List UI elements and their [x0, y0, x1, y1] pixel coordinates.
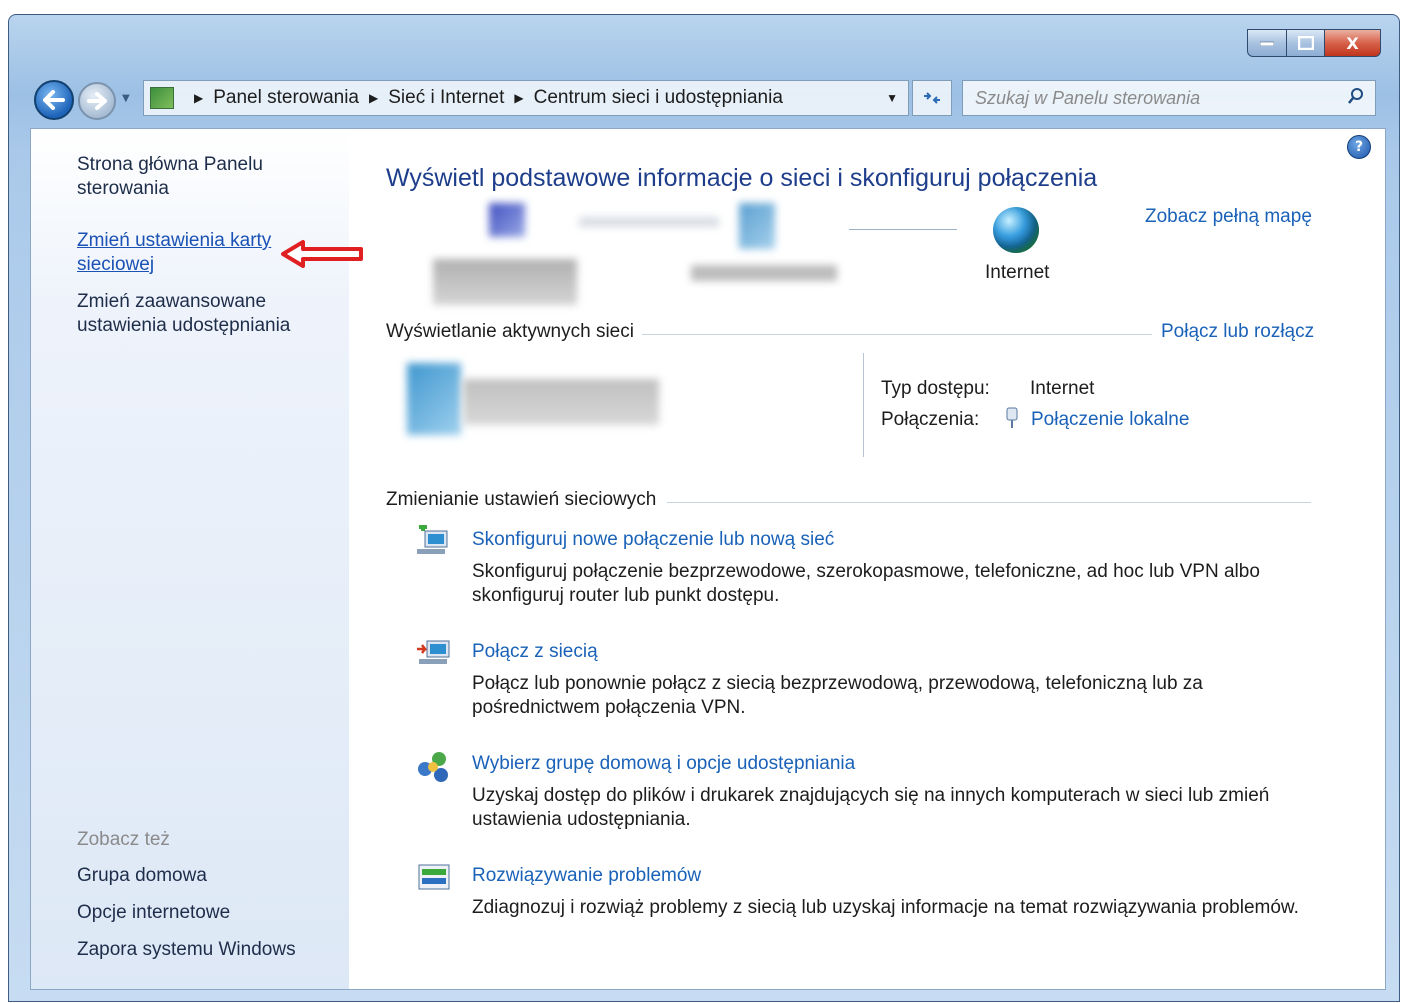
- new-connection-desc: Skonfiguruj połączenie bezprzewodowe, sz…: [472, 561, 1260, 606]
- ethernet-glyph: [1006, 407, 1018, 428]
- connect-to-network-desc: Połącz lub ponownie połącz z siecią bezp…: [472, 673, 1203, 718]
- local-connection-link[interactable]: Połączenie lokalne: [1031, 409, 1189, 431]
- refresh-icon: [924, 92, 940, 104]
- computer-icon: [489, 203, 525, 237]
- connect-to-network-link[interactable]: Połącz z siecią: [472, 641, 598, 663]
- divider: [863, 353, 864, 457]
- forward-arrow-icon: [87, 92, 107, 110]
- sidebar-home-link[interactable]: Strona główna Panelu sterowania: [77, 153, 297, 201]
- active-network-name-redacted: [463, 379, 659, 425]
- access-type-value: Internet: [1030, 378, 1095, 399]
- refresh-button[interactable]: [912, 80, 952, 116]
- main-panel: Wyświetl podstawowe informacje o sieci i…: [349, 129, 1385, 989]
- search-input[interactable]: Szukaj w Panelu sterowania: [962, 80, 1376, 116]
- history-dropdown-icon[interactable]: ▼: [122, 93, 130, 104]
- change-settings-heading: Zmienianie ustawień sieciowych: [386, 489, 657, 510]
- sidebar-item-internet-options[interactable]: Opcje internetowe: [77, 901, 230, 925]
- computer-name-redacted: [433, 259, 577, 305]
- divider: [642, 334, 1152, 335]
- connection-line: [579, 217, 719, 227]
- search-glyph: [1348, 87, 1363, 104]
- network-center-icon: [150, 87, 174, 109]
- search-placeholder: Szukaj w Panelu sterowania: [975, 87, 1201, 108]
- address-dropdown-icon[interactable]: ▼: [886, 91, 898, 105]
- see-also-heading: Zobacz też: [77, 829, 170, 850]
- breadcrumb-separator-icon[interactable]: ▶: [369, 91, 378, 105]
- new-connection-link[interactable]: Skonfiguruj nowe połączenie lub nową sie…: [472, 529, 834, 551]
- breadcrumb-separator-icon[interactable]: ▶: [194, 91, 203, 105]
- close-glyph: X: [1346, 33, 1359, 53]
- see-full-map-link[interactable]: Zobacz pełną mapę: [1145, 206, 1312, 228]
- maximize-glyph: [1297, 36, 1314, 50]
- connections-label: Połączenia:: [881, 409, 980, 430]
- breadcrumb-network[interactable]: Sieć i Internet: [388, 87, 504, 109]
- troubleshoot-icon: [418, 864, 450, 890]
- breadcrumb-separator-icon[interactable]: ▶: [514, 91, 523, 105]
- internet-connection-line: [849, 229, 957, 230]
- homegroup-link[interactable]: Wybierz grupę domową i opcje udostępnian…: [472, 753, 855, 775]
- back-button[interactable]: [34, 80, 74, 120]
- close-icon[interactable]: X: [1325, 29, 1381, 57]
- sidebar-change-advanced-link[interactable]: Zmień zaawansowane ustawienia udostępnia…: [77, 290, 307, 338]
- network-name-redacted: [691, 265, 837, 281]
- new-connection-icon: [417, 525, 448, 554]
- troubleshoot-desc: Zdiagnozuj i rozwiąż problemy z siecią l…: [472, 897, 1299, 918]
- globe-icon: [993, 207, 1039, 253]
- ethernet-icon: [1005, 407, 1019, 435]
- troubleshoot-link[interactable]: Rozwiązywanie problemów: [472, 865, 701, 887]
- address-bar[interactable]: ▶ Panel sterowania ▶ Sieć i Internet ▶ C…: [143, 80, 909, 116]
- active-network-icon: [407, 363, 461, 435]
- internet-label: Internet: [985, 262, 1050, 283]
- forward-button[interactable]: [78, 82, 116, 120]
- minimize-icon[interactable]: [1247, 29, 1287, 57]
- connect-network-icon: [417, 640, 450, 664]
- breadcrumb-panel[interactable]: Panel sterowania: [213, 87, 359, 109]
- back-arrow-icon: [43, 90, 65, 110]
- homegroup-desc: Uzyskaj dostęp do plików i drukarek znaj…: [472, 785, 1270, 830]
- search-icon[interactable]: [1347, 87, 1365, 110]
- breadcrumb-center[interactable]: Centrum sieci i udostępniania: [534, 87, 783, 109]
- network-icon: [739, 203, 775, 249]
- content-area: Strona główna Panelu sterowania Zmień us…: [30, 128, 1386, 990]
- maximize-icon[interactable]: [1287, 29, 1325, 57]
- page-title: Wyświetl podstawowe informacje o sieci i…: [386, 164, 1098, 192]
- window-controls: X: [1247, 29, 1381, 57]
- access-type-label: Typ dostępu:: [881, 378, 990, 399]
- homegroup-icon: [418, 752, 448, 782]
- active-networks-heading: Wyświetlanie aktywnych sieci: [386, 321, 634, 342]
- sidebar-item-homegroup[interactable]: Grupa domowa: [77, 864, 207, 888]
- divider: [667, 502, 1311, 503]
- sidebar-item-firewall[interactable]: Zapora systemu Windows: [77, 938, 296, 962]
- minimize-glyph: [1260, 41, 1274, 46]
- sidebar-change-adapter-link[interactable]: Zmień ustawienia karty sieciowej: [77, 229, 277, 277]
- annotation-arrow-icon: [281, 240, 363, 268]
- connect-disconnect-link[interactable]: Połącz lub rozłącz: [1161, 321, 1314, 343]
